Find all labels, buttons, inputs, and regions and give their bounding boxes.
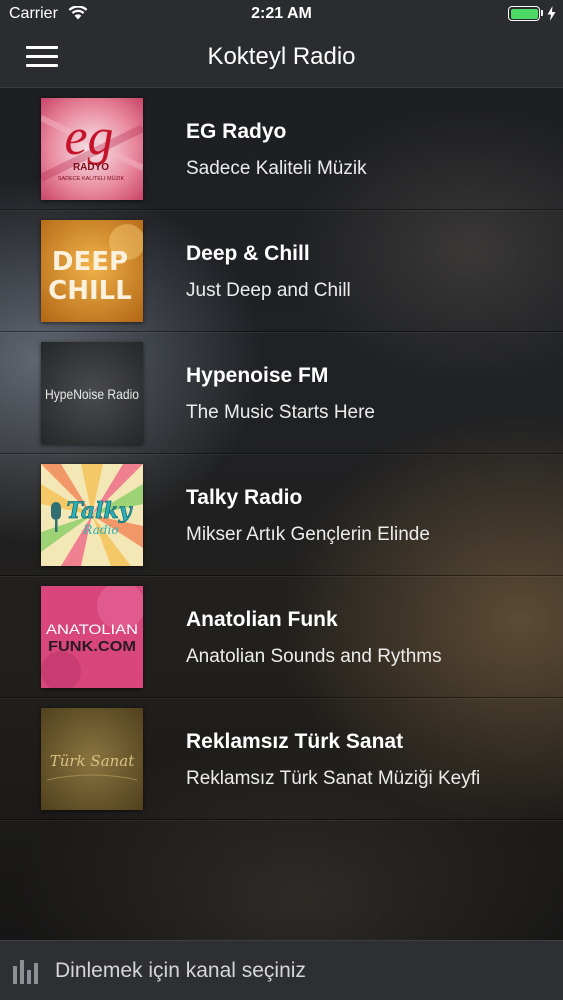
hypenoise-logo-text: HypeNoise Radio (45, 386, 139, 402)
battery-icon (508, 6, 540, 21)
eg-logo-text: eg (64, 109, 113, 166)
station-row-talky-radio[interactable]: Talky Radio Talky Radio Mikser Artık Gen… (0, 454, 563, 576)
station-subtitle: Sadece Kaliteli Müzik (186, 158, 367, 179)
status-bar: Carrier 2:21 AM (0, 0, 563, 28)
station-subtitle: Mikser Artık Gençlerin Elinde (186, 524, 430, 545)
deep-logo-text: DEEP (52, 247, 128, 277)
talky-logo-text: Talky (67, 498, 134, 524)
svg-text:RADYO: RADYO (73, 162, 109, 173)
station-row-hypenoise-fm[interactable]: HypeNoise Radio Hypenoise FM The Music S… (0, 332, 563, 454)
station-title: EG Radyo (186, 120, 287, 143)
station-subtitle: Reklamsız Türk Sanat Müziği Keyfi (186, 768, 481, 789)
player-bar[interactable]: Dinlemek için kanal seçiniz (0, 940, 563, 1000)
station-logo-reklamsiz-turk-sanat: Türk Sanat (41, 708, 143, 810)
station-title: Reklamsız Türk Sanat (186, 730, 404, 753)
station-logo-anatolian-funk: ANATOLIAN FUNK.COM (41, 586, 143, 688)
station-row-reklamsiz-turk-sanat[interactable]: Türk Sanat Reklamsız Türk Sanat Reklamsı… (0, 698, 563, 820)
turk-sanat-logo-text: Türk Sanat (50, 752, 136, 770)
station-logo-deep-chill: DEEP CHILL (41, 220, 143, 322)
station-logo-talky-radio: Talky Radio (41, 464, 143, 566)
station-title: Hypenoise FM (186, 364, 329, 387)
station-title: Anatolian Funk (186, 608, 338, 631)
station-logo-eg-radyo: eg RADYO SADECE KALITELI MÜZIK (41, 98, 143, 200)
battery-level (510, 8, 538, 19)
charging-bolt-icon (547, 6, 556, 21)
page-title: Kokteyl Radio (207, 43, 356, 70)
funk-logo-text: FUNK.COM (48, 638, 136, 655)
station-logo-hypenoise-fm: HypeNoise Radio (41, 342, 143, 444)
station-row-deep-chill[interactable]: DEEP CHILL Deep & Chill Just Deep and Ch… (0, 210, 563, 332)
station-row-eg-radyo[interactable]: eg RADYO SADECE KALITELI MÜZIK EG Radyo … (0, 88, 563, 210)
station-subtitle: Just Deep and Chill (186, 280, 351, 301)
station-list: eg RADYO SADECE KALITELI MÜZIK EG Radyo … (0, 88, 563, 820)
anatolian-logo-text: ANATOLIAN (46, 621, 138, 637)
clock: 2:21 AM (251, 5, 312, 22)
station-row-anatolian-funk[interactable]: ANATOLIAN FUNK.COM Anatolian Funk Anatol… (0, 576, 563, 698)
battery-tip (541, 10, 543, 16)
player-status-text: Dinlemek için kanal seçiniz (55, 959, 306, 982)
station-subtitle: The Music Starts Here (186, 402, 375, 423)
station-subtitle: Anatolian Sounds and Rythms (186, 646, 442, 667)
station-title: Talky Radio (186, 486, 303, 509)
nav-bar: Kokteyl Radio (0, 28, 563, 88)
station-title: Deep & Chill (186, 242, 310, 265)
svg-text:SADECE KALITELI MÜZIK: SADECE KALITELI MÜZIK (58, 175, 125, 182)
equalizer-icon (13, 960, 38, 984)
svg-text:Radio: Radio (82, 523, 118, 537)
chill-logo-text: CHILL (48, 276, 132, 306)
